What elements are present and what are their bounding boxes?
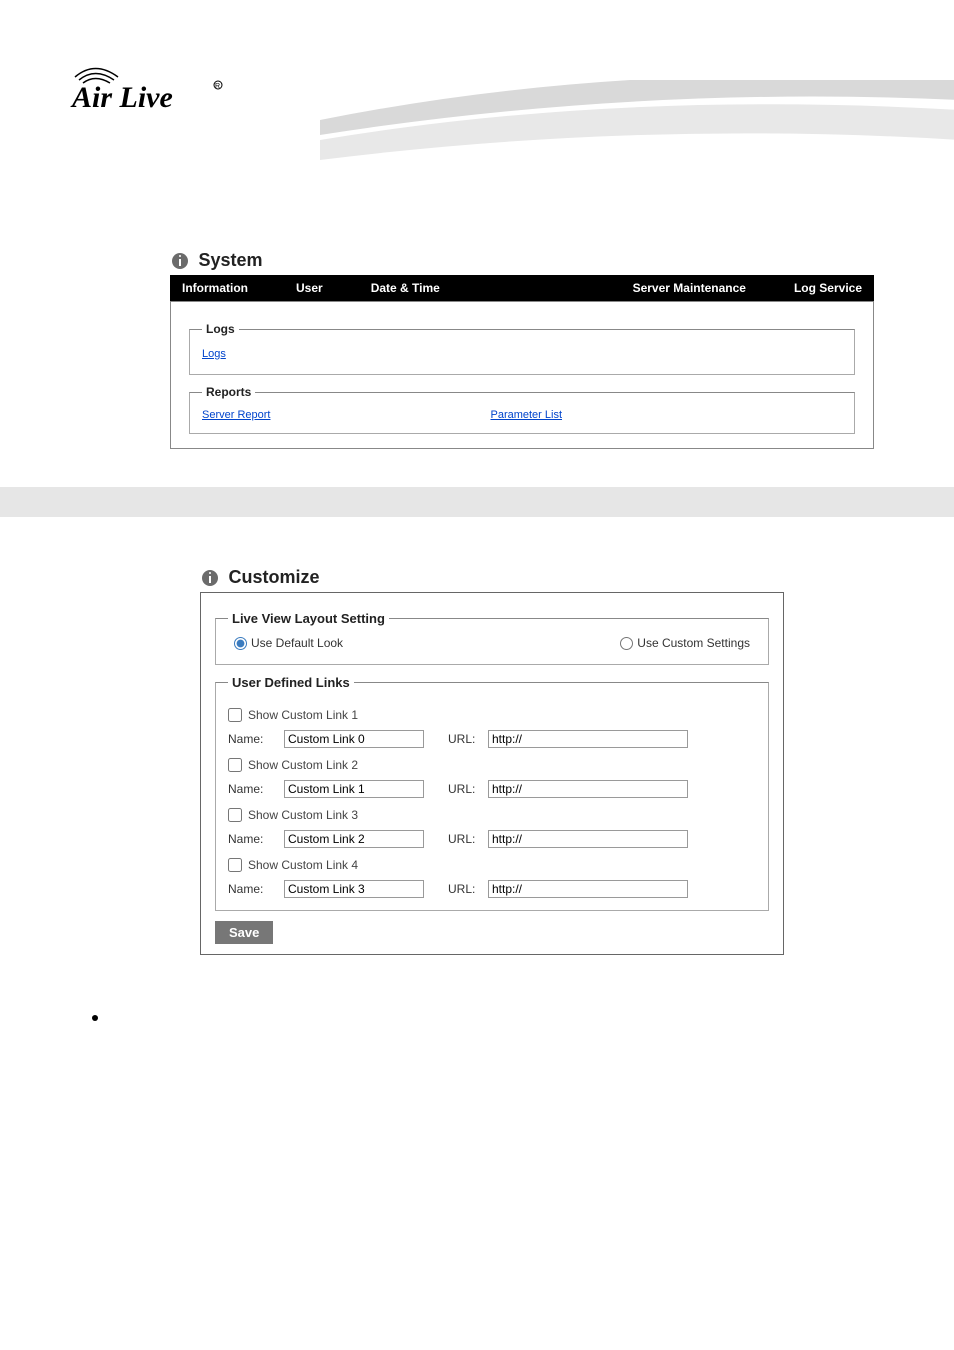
page-header: Air Live R (0, 0, 954, 190)
customize-title: Customize (228, 567, 319, 588)
show-link-2-label: Show Custom Link 2 (248, 758, 358, 772)
bullet-point (92, 1015, 98, 1021)
link-1-url-label: URL: (448, 732, 482, 746)
link-2-url-label: URL: (448, 782, 482, 796)
system-body: Logs Logs Reports Server Report Paramete… (170, 301, 874, 449)
link-1-name-label: Name: (228, 732, 278, 746)
tab-server-maintenance[interactable]: Server Maintenance (621, 275, 758, 301)
use-custom-option[interactable]: Use Custom Settings (620, 636, 750, 650)
show-link-4-label: Show Custom Link 4 (248, 858, 358, 872)
reports-legend: Reports (202, 385, 255, 399)
svg-text:Air Live: Air Live (70, 81, 173, 114)
link-3-inputs: Name: URL: (228, 830, 756, 848)
info-icon (172, 253, 188, 269)
show-link-1-label: Show Custom Link 1 (248, 708, 358, 722)
logs-fieldset: Logs Logs (189, 322, 855, 375)
show-link-3-checkbox[interactable] (228, 808, 242, 822)
parameter-list-link[interactable]: Parameter List (490, 409, 562, 421)
show-link-4-checkbox[interactable] (228, 858, 242, 872)
link-4-name-input[interactable] (284, 880, 424, 898)
user-links-fieldset: User Defined Links Show Custom Link 1 Na… (215, 675, 769, 911)
show-link-4-row: Show Custom Link 4 (228, 858, 756, 872)
tab-information[interactable]: Information (170, 275, 260, 301)
link-3-url-input[interactable] (488, 830, 688, 848)
system-title: System (198, 250, 262, 271)
info-icon (202, 570, 218, 586)
tab-log-service[interactable]: Log Service (782, 275, 874, 301)
link-4-name-label: Name: (228, 882, 278, 896)
header-swoosh (320, 80, 954, 180)
brand-logo: Air Live R (70, 55, 240, 120)
live-view-legend: Live View Layout Setting (228, 611, 389, 626)
server-report-link[interactable]: Server Report (202, 409, 270, 421)
link-2-inputs: Name: URL: (228, 780, 756, 798)
use-custom-radio[interactable] (620, 637, 633, 650)
use-default-radio[interactable] (234, 637, 247, 650)
link-1-url-input[interactable] (488, 730, 688, 748)
link-3-name-label: Name: (228, 832, 278, 846)
use-default-label: Use Default Look (251, 636, 343, 650)
use-custom-label: Use Custom Settings (637, 636, 750, 650)
link-4-url-label: URL: (448, 882, 482, 896)
use-default-option[interactable]: Use Default Look (234, 636, 343, 650)
link-1-inputs: Name: URL: (228, 730, 756, 748)
link-2-name-label: Name: (228, 782, 278, 796)
show-link-3-row: Show Custom Link 3 (228, 808, 756, 822)
show-link-2-row: Show Custom Link 2 (228, 758, 756, 772)
reports-fieldset: Reports Server Report Parameter List (189, 385, 855, 434)
svg-text:R: R (215, 83, 220, 90)
show-link-1-row: Show Custom Link 1 (228, 708, 756, 722)
save-button[interactable]: Save (215, 921, 273, 944)
link-3-url-label: URL: (448, 832, 482, 846)
customize-body: Live View Layout Setting Use Default Loo… (200, 592, 784, 955)
show-link-3-label: Show Custom Link 3 (248, 808, 358, 822)
logs-link[interactable]: Logs (202, 348, 226, 360)
show-link-2-checkbox[interactable] (228, 758, 242, 772)
logs-legend: Logs (202, 322, 239, 336)
link-4-url-input[interactable] (488, 880, 688, 898)
system-heading: System (170, 250, 874, 271)
link-2-name-input[interactable] (284, 780, 424, 798)
separator-bar (0, 487, 954, 517)
system-tabs: Information User Date & Time Server Main… (170, 275, 874, 301)
user-links-legend: User Defined Links (228, 675, 354, 690)
link-4-inputs: Name: URL: (228, 880, 756, 898)
tab-user[interactable]: User (284, 275, 335, 301)
link-2-url-input[interactable] (488, 780, 688, 798)
link-3-name-input[interactable] (284, 830, 424, 848)
tab-date-time[interactable]: Date & Time (359, 275, 452, 301)
show-link-1-checkbox[interactable] (228, 708, 242, 722)
live-view-fieldset: Live View Layout Setting Use Default Loo… (215, 611, 769, 665)
customize-heading: Customize (200, 567, 784, 588)
link-1-name-input[interactable] (284, 730, 424, 748)
